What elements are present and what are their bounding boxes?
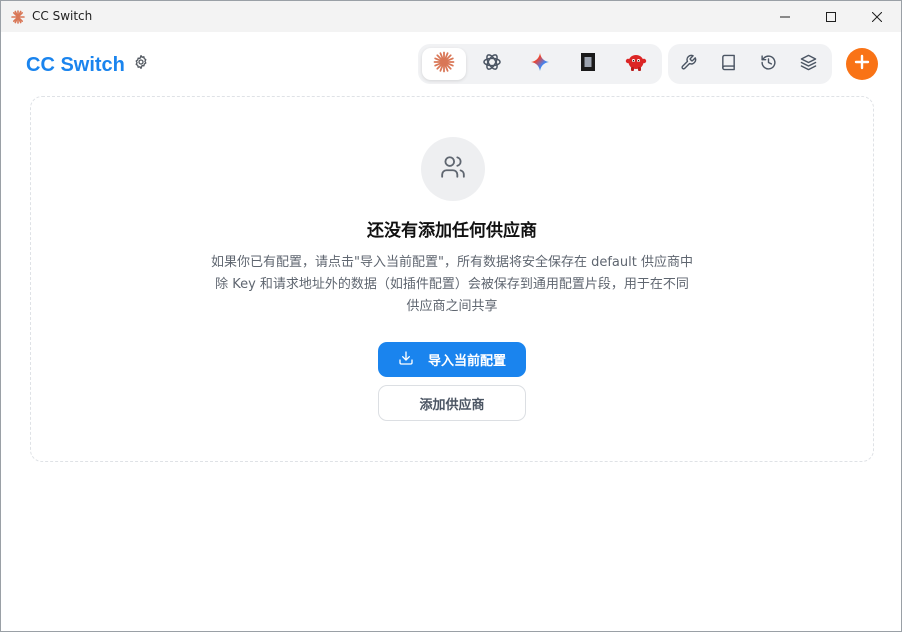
add-provider-button[interactable]: 添加供应商 (378, 385, 526, 421)
window-title: CC Switch (32, 9, 93, 23)
users-icon (440, 154, 466, 184)
app-tab-gemini[interactable] (518, 48, 562, 80)
layers-icon (800, 54, 817, 75)
history-button[interactable] (750, 48, 786, 80)
empty-state-title: 还没有添加任何供应商 (367, 221, 537, 241)
import-config-button[interactable]: 导入当前配置 (378, 342, 526, 377)
wrench-icon (680, 54, 697, 75)
app-tab-opencode[interactable] (566, 48, 610, 80)
add-provider-fab[interactable] (846, 48, 878, 80)
red-mascot-icon (625, 52, 647, 76)
minimize-button[interactable] (762, 1, 808, 32)
download-icon (398, 350, 414, 370)
gear-icon (133, 54, 149, 74)
description-line: 除 Key 和请求地址外的数据（如插件配置）会被保存到通用配置片段，用于在不同 (215, 277, 689, 292)
layers-button[interactable] (790, 48, 826, 80)
tools-toolbar (668, 44, 832, 84)
plus-icon (854, 54, 870, 74)
settings-button[interactable] (130, 53, 152, 75)
opencode-icon (580, 52, 596, 76)
openai-icon (482, 52, 502, 76)
maximize-button[interactable] (808, 1, 854, 32)
claude-icon (433, 51, 455, 77)
app-brand-title[interactable]: CC Switch (26, 53, 125, 77)
app-tab-claude[interactable] (422, 48, 466, 80)
app-switcher (418, 44, 662, 84)
title-bar[interactable]: CC Switch (1, 1, 901, 32)
book-icon (720, 54, 737, 75)
docs-button[interactable] (710, 48, 746, 80)
cc-switch-logo-icon (11, 9, 25, 24)
description-line: 如果你已有配置，请点击"导入当前配置"，所有数据将安全保存在 default 供… (211, 255, 693, 270)
app-tab-droid[interactable] (614, 48, 658, 80)
empty-state-panel: 还没有添加任何供应商 如果你已有配置，请点击"导入当前配置"，所有数据将安全保存… (30, 96, 874, 462)
app-window: CC Switch CC Switch 还没有添加任何供应商 如果你已有配置，请… (0, 0, 902, 632)
empty-state-icon-circle (421, 137, 485, 201)
close-button[interactable] (854, 1, 900, 32)
gemini-icon (530, 52, 550, 76)
history-icon (760, 54, 777, 75)
empty-state-description: 如果你已有配置，请点击"导入当前配置"，所有数据将安全保存在 default 供… (192, 252, 712, 318)
app-tab-codex[interactable] (470, 48, 514, 80)
tools-button[interactable] (670, 48, 706, 80)
import-config-label: 导入当前配置 (427, 354, 506, 369)
description-line: 供应商之间共享 (406, 299, 498, 314)
